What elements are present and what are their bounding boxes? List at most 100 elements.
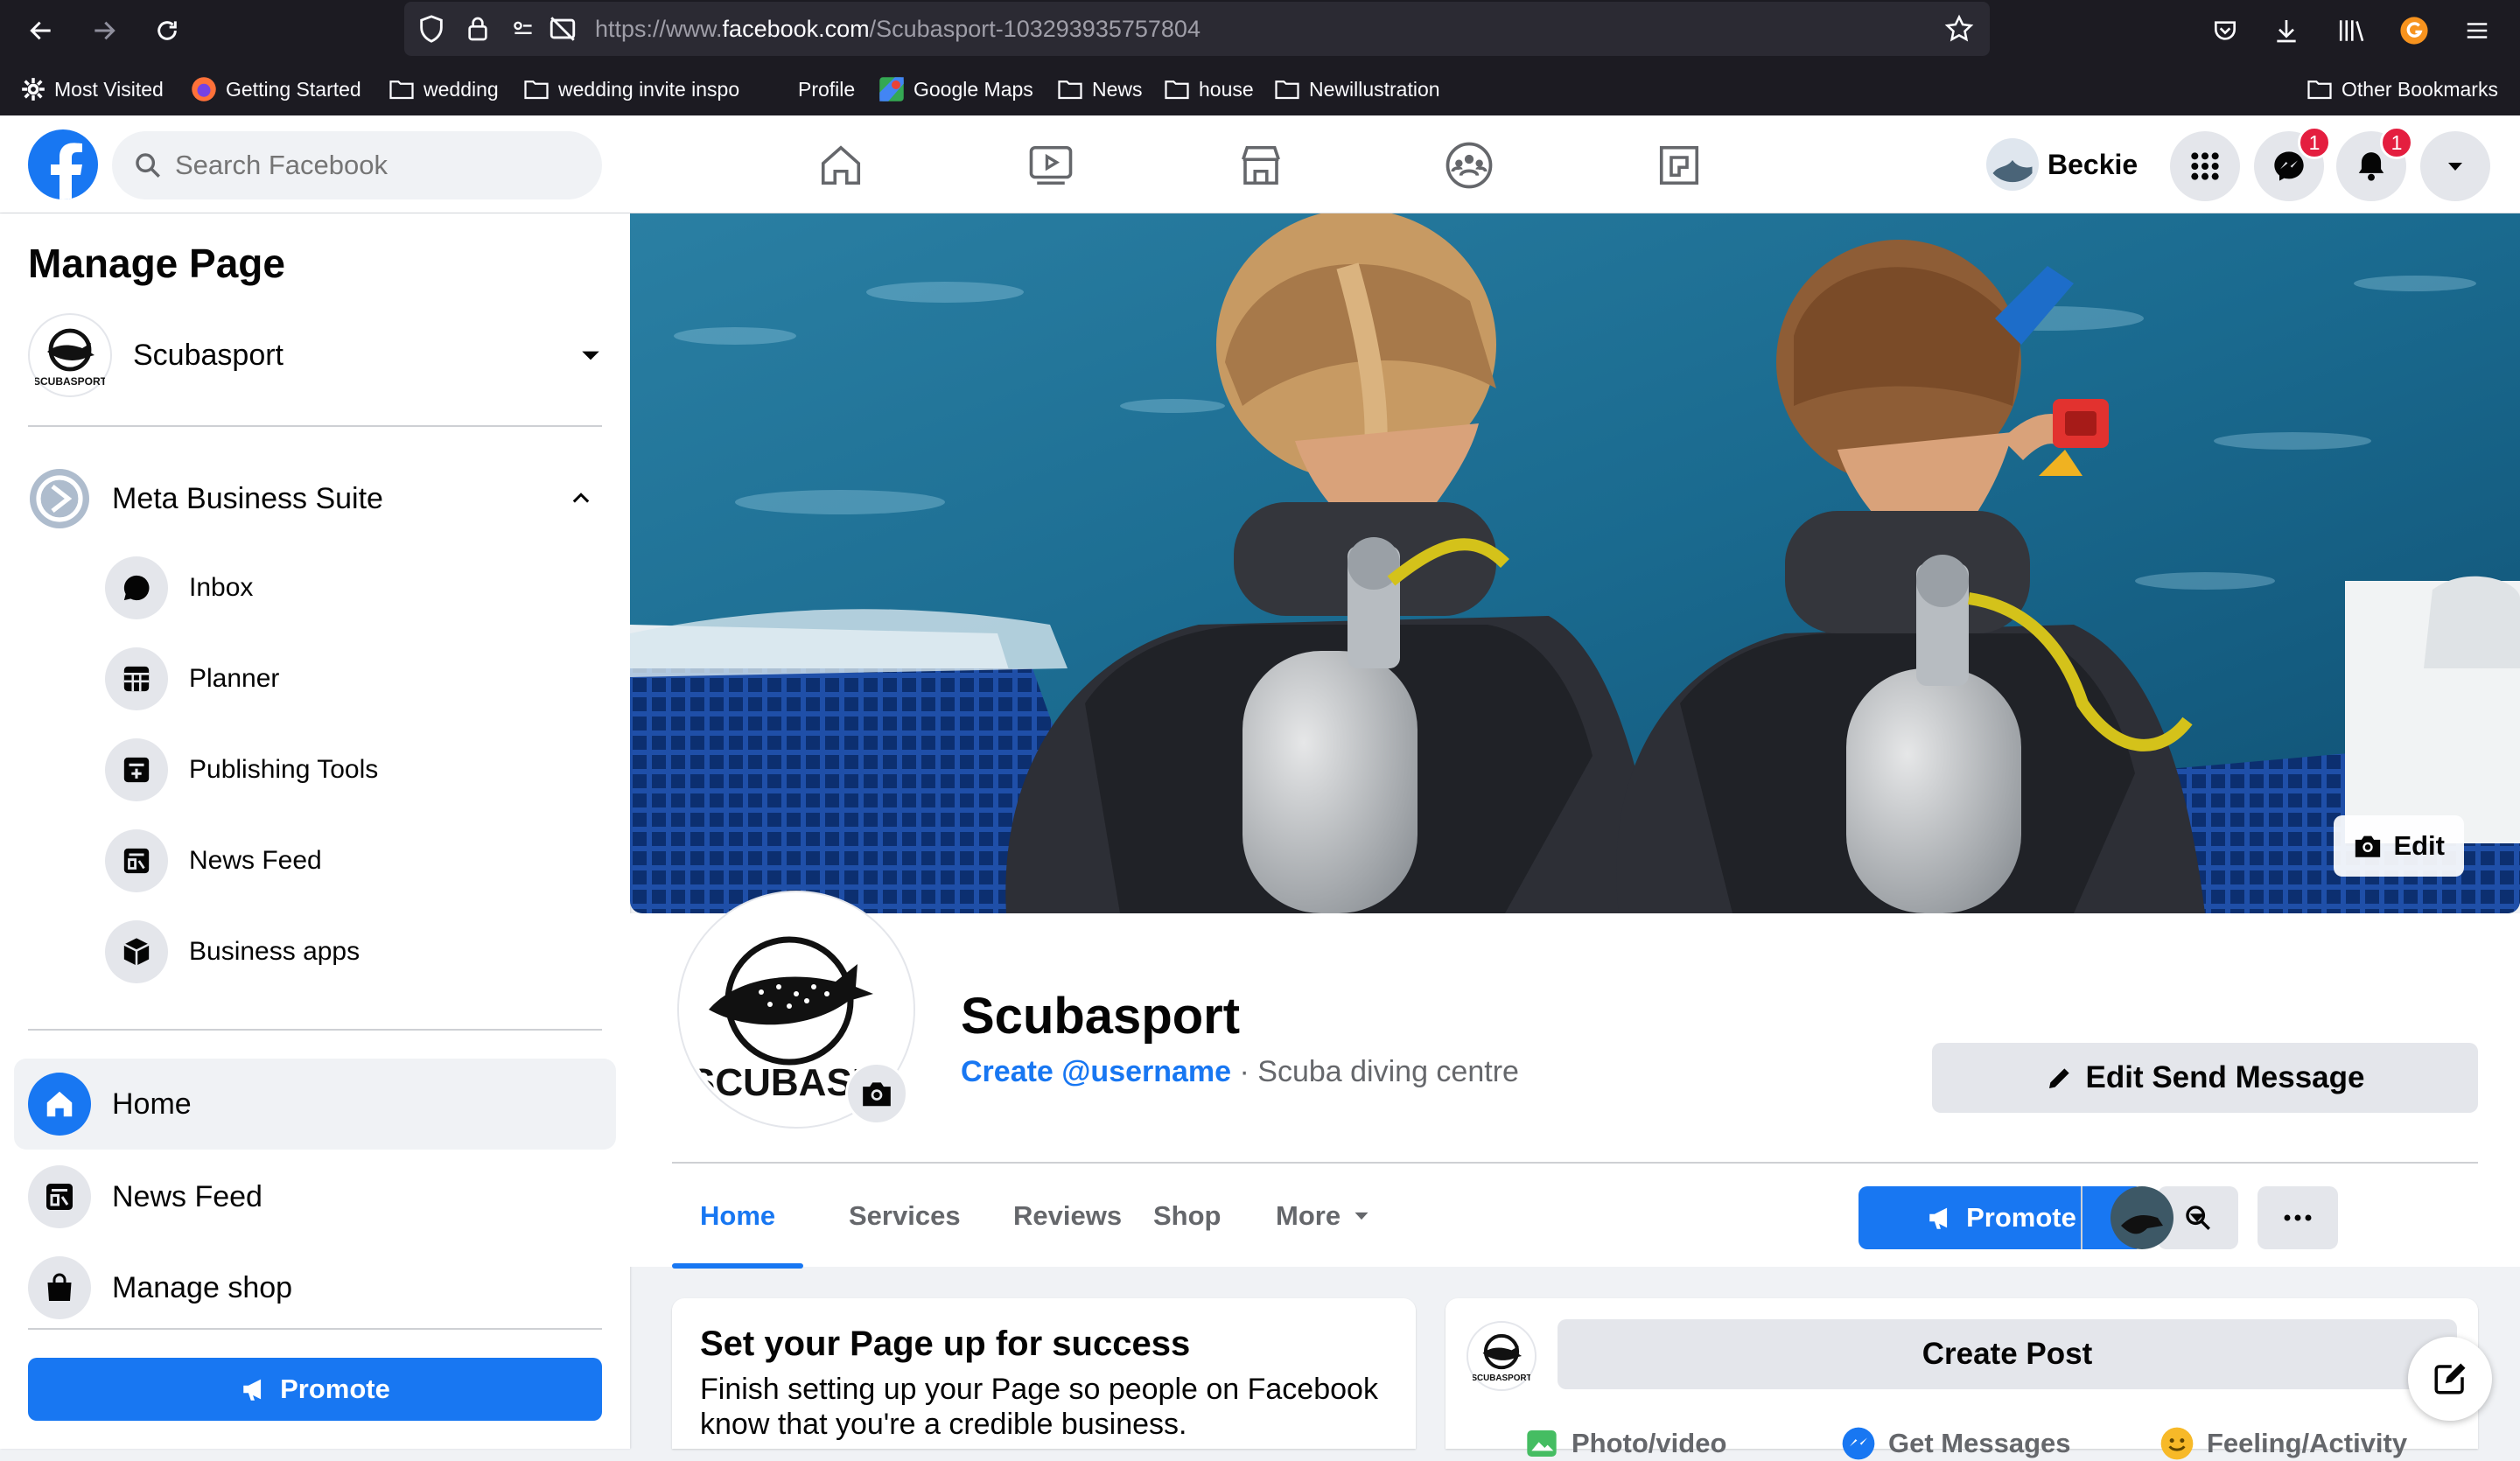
- tab-reviews[interactable]: Reviews: [1013, 1164, 1122, 1269]
- publishing-tools-icon: [105, 738, 168, 801]
- page-main: Edit SCUBASPORT Scubasport Create @usern…: [630, 213, 2520, 1460]
- sidebar-item-business-apps[interactable]: Business apps: [105, 920, 360, 983]
- grid-icon: [2188, 149, 2222, 184]
- meta-business-suite-toggle[interactable]: Meta Business Suite: [28, 465, 602, 532]
- folder-icon: [1164, 78, 1190, 101]
- page-avatar: SCUBASPORT: [28, 313, 112, 397]
- divider: [28, 425, 602, 427]
- permissions-icon[interactable]: [513, 16, 544, 42]
- lock-icon[interactable]: [464, 14, 492, 44]
- bookmark-star-icon[interactable]: [1944, 14, 1974, 44]
- news-feed-icon: [105, 829, 168, 892]
- marketplace-nav-icon[interactable]: [1230, 135, 1292, 196]
- reload-icon[interactable]: [149, 12, 186, 49]
- menu-icon[interactable]: [2459, 12, 2496, 49]
- act-as-switcher[interactable]: [2110, 1186, 2207, 1249]
- promote-button[interactable]: Promote: [1858, 1186, 2144, 1249]
- tab-home[interactable]: Home: [700, 1164, 775, 1269]
- menu-grid-button[interactable]: [2170, 131, 2240, 201]
- chat-bubble-icon: [105, 556, 168, 619]
- browser-toolbar: https://www.facebook.com/Scubasport-1032…: [0, 0, 2520, 115]
- pages-nav-icon[interactable]: [1648, 135, 1710, 196]
- bookmark-house[interactable]: house: [1164, 73, 1254, 105]
- page-title: Scubasport: [961, 988, 1241, 1045]
- tracking-blocked-icon[interactable]: [548, 14, 578, 44]
- avatar: [2110, 1186, 2174, 1249]
- messenger-icon: [2272, 149, 2306, 184]
- sidebar-promote-button[interactable]: Promote: [28, 1358, 602, 1421]
- page-meta: Create @username · Scuba diving centre: [961, 1055, 1519, 1089]
- download-icon[interactable]: [2268, 12, 2305, 49]
- maps-icon: [878, 76, 905, 102]
- page-switcher[interactable]: SCUBASPORT Scubasport: [28, 313, 602, 397]
- groups-nav-icon[interactable]: [1438, 135, 1500, 196]
- url-text[interactable]: https://www.facebook.com/Scubasport-1032…: [595, 16, 1200, 43]
- back-icon[interactable]: [23, 12, 60, 49]
- bookmark-newillustration[interactable]: Newillustration: [1274, 73, 1440, 105]
- page-tabs: Home Services Reviews Shop More Promote: [672, 1162, 2478, 1269]
- bookmark-wedding-invite-inspo[interactable]: wedding invite inspo: [523, 73, 739, 105]
- edit-send-message-button[interactable]: Edit Send Message: [1932, 1043, 2478, 1113]
- forward-icon[interactable]: [86, 12, 122, 49]
- page-avatar: SCUBASPORT: [1466, 1321, 1536, 1391]
- divider: [28, 1029, 602, 1031]
- notifications-button[interactable]: 1: [2336, 126, 2413, 201]
- tab-services[interactable]: Services: [849, 1164, 961, 1269]
- chevron-up-icon: [569, 486, 593, 511]
- camera-icon: [860, 1080, 893, 1108]
- page-category: Scuba diving centre: [1257, 1055, 1519, 1088]
- update-profile-picture-button[interactable]: [845, 1062, 908, 1125]
- meta-business-suite-icon: [28, 467, 91, 530]
- create-post-button[interactable]: Create Post: [1558, 1319, 2457, 1389]
- bookmark-news[interactable]: News: [1057, 73, 1143, 105]
- edit-cover-button[interactable]: Edit: [2334, 815, 2464, 877]
- sidebar-item-publishing-tools[interactable]: Publishing Tools: [105, 738, 378, 801]
- url-bar[interactable]: https://www.facebook.com/Scubasport-1032…: [404, 2, 1990, 56]
- photo-video-button[interactable]: Photo/video: [1524, 1426, 1726, 1461]
- gear-icon: [21, 77, 46, 101]
- messenger-button[interactable]: 1: [2254, 126, 2331, 201]
- new-message-button[interactable]: [2408, 1337, 2492, 1421]
- grammarly-extension-icon[interactable]: [2396, 12, 2432, 49]
- bookmark-getting-started[interactable]: Getting Started: [191, 73, 361, 105]
- sidebar-item-planner[interactable]: Planner: [105, 647, 279, 710]
- search-input[interactable]: [175, 147, 578, 184]
- facebook-logo-icon[interactable]: [28, 129, 98, 199]
- more-options-button[interactable]: [2258, 1186, 2338, 1249]
- shopping-bag-icon: [28, 1256, 91, 1319]
- watch-nav-icon[interactable]: [1020, 135, 1082, 196]
- tab-more[interactable]: More: [1276, 1164, 1370, 1269]
- pocket-icon[interactable]: [2207, 12, 2244, 49]
- sidebar-item-news-feed-main[interactable]: News Feed: [28, 1165, 262, 1228]
- success-text: Finish setting up your Page so people on…: [700, 1373, 1378, 1441]
- profile-chip[interactable]: Beckie: [1986, 136, 2138, 192]
- bookmark-most-visited[interactable]: Most Visited: [21, 73, 164, 105]
- folder-icon: [523, 78, 550, 101]
- account-menu-button[interactable]: [2420, 131, 2490, 201]
- page-name: Scubasport: [133, 338, 284, 372]
- sidebar-item-home[interactable]: Home: [14, 1059, 616, 1150]
- bookmark-other-bookmarks[interactable]: Other Bookmarks: [2306, 73, 2498, 105]
- megaphone-icon: [1926, 1203, 1956, 1233]
- feeling-activity-button[interactable]: Feeling/Activity: [2160, 1426, 2407, 1461]
- sidebar-item-news-feed[interactable]: News Feed: [105, 829, 322, 892]
- meta-separator: ·: [1231, 1055, 1258, 1088]
- facebook-top-nav: Beckie 1 1: [0, 115, 2520, 213]
- bookmark-google-maps[interactable]: Google Maps: [878, 73, 1033, 105]
- bookmark-profile[interactable]: Profile: [798, 73, 855, 105]
- caret-down-icon: [2445, 156, 2466, 177]
- shield-icon[interactable]: [416, 14, 446, 44]
- bell-icon: [2355, 149, 2388, 184]
- home-nav-icon[interactable]: [810, 135, 872, 196]
- manage-page-sidebar: Manage Page SCUBASPORT Scubasport Meta B…: [0, 213, 630, 1449]
- notifications-badge: 1: [2380, 126, 2413, 159]
- library-icon[interactable]: [2333, 12, 2370, 49]
- sidebar-item-manage-shop[interactable]: Manage shop: [28, 1256, 292, 1319]
- sidebar-item-inbox[interactable]: Inbox: [105, 556, 253, 619]
- search-bar[interactable]: [112, 131, 602, 199]
- tabs-divider: [2081, 1186, 2082, 1249]
- tab-shop[interactable]: Shop: [1153, 1164, 1222, 1269]
- get-messages-button[interactable]: Get Messages: [1841, 1426, 2071, 1461]
- bookmark-wedding[interactable]: wedding: [388, 73, 499, 105]
- create-username-link[interactable]: Create @username: [961, 1055, 1231, 1088]
